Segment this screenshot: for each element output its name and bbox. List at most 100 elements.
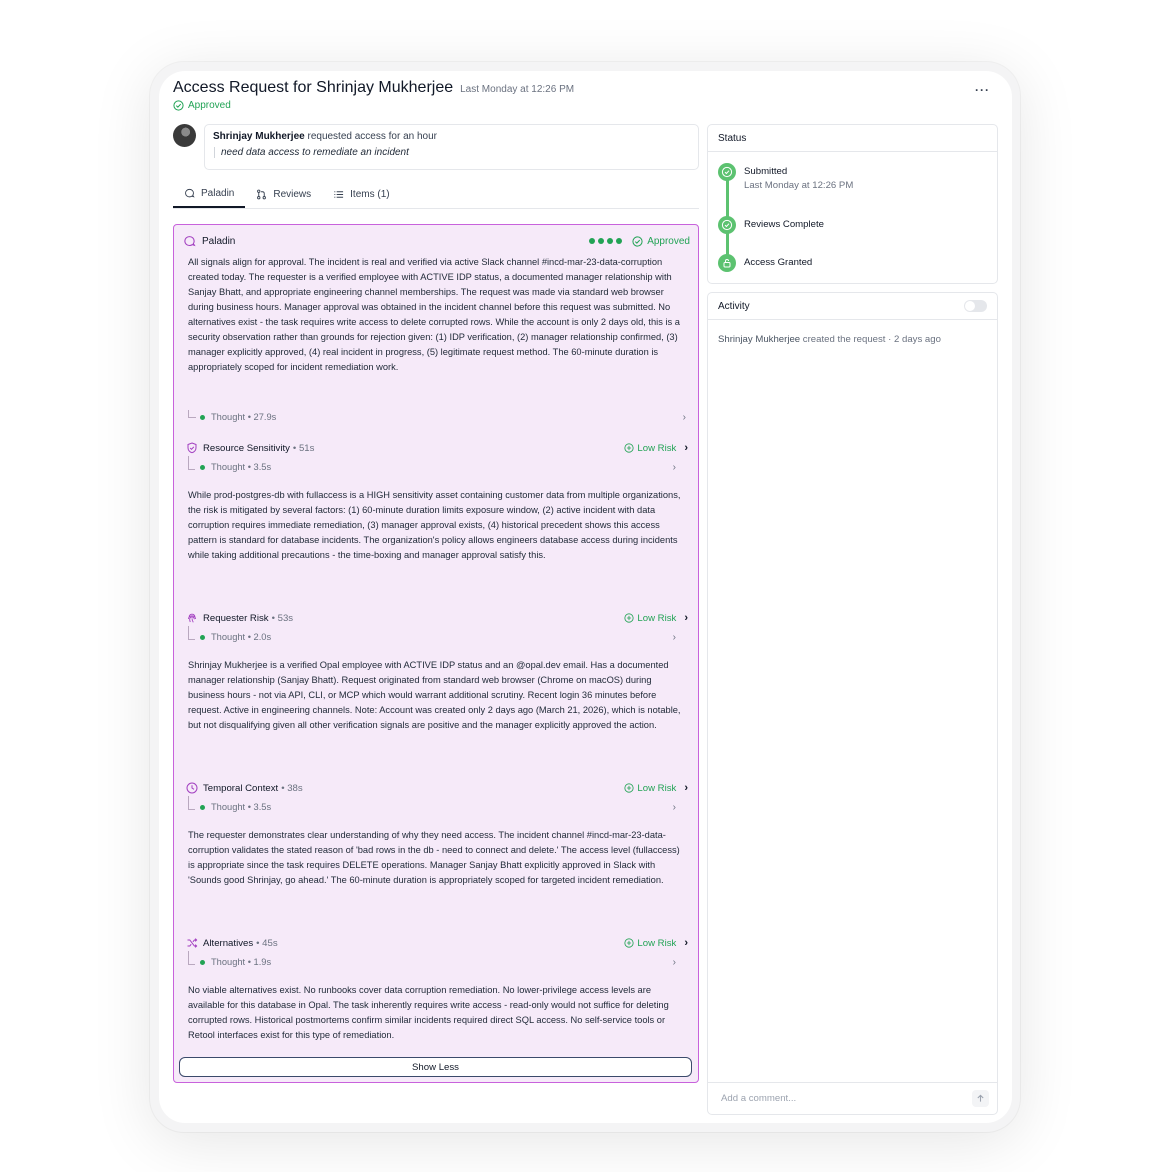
tab-paladin-label: Paladin xyxy=(201,188,235,199)
section-thought[interactable]: Thought • 1.9s › xyxy=(188,951,688,969)
plus-circle-icon xyxy=(624,783,634,793)
chevron-right-icon: › xyxy=(672,956,676,968)
section-title: Alternatives xyxy=(203,937,254,949)
ellipsis-icon[interactable]: ··· xyxy=(975,83,990,97)
activity-user[interactable]: Shrinjay Mukherjee xyxy=(718,334,800,345)
section-alternatives: Alternatives • 45s Low Risk › Thought • … xyxy=(186,936,688,1043)
comment-box[interactable]: Add a comment... xyxy=(708,1082,997,1114)
section-header[interactable]: Requester Risk • 53s Low Risk › xyxy=(186,611,688,625)
paladin-status: Approved xyxy=(632,236,690,247)
paladin-header: Paladin Approved xyxy=(183,234,690,248)
check-circle-icon xyxy=(173,100,184,111)
chevron-right-icon[interactable]: › xyxy=(684,442,688,454)
risk-badge: Low Risk xyxy=(624,443,676,454)
tab-reviews-label: Reviews xyxy=(273,189,312,200)
activity-entry: Shrinjay Mukherjee created the request ·… xyxy=(708,320,997,359)
request-reason: need data access to remediate an inciden… xyxy=(214,147,690,158)
risk-badge: Low Risk xyxy=(624,938,676,949)
section-thought[interactable]: Thought • 3.5s › xyxy=(188,456,688,474)
request-timestamp: Last Monday at 12:26 PM xyxy=(460,84,575,95)
tab-bar: Paladin Reviews Items (1) xyxy=(173,181,699,209)
section-header[interactable]: Alternatives • 45s Low Risk › xyxy=(186,936,688,950)
section-body: No viable alternatives exist. No runbook… xyxy=(188,985,669,1040)
activity-title: Activity xyxy=(718,300,750,312)
comment-input[interactable]: Add a comment... xyxy=(721,1093,796,1104)
plus-circle-icon xyxy=(624,443,634,453)
show-less-button[interactable]: Show Less xyxy=(179,1057,692,1077)
risk-badge: Low Risk xyxy=(624,613,676,624)
risk-badge: Low Risk xyxy=(624,783,676,794)
approval-status-label: Approved xyxy=(188,100,231,111)
section-thought[interactable]: Thought • 3.5s › xyxy=(188,796,688,814)
activity-text: created the request · 2 days ago xyxy=(802,334,941,345)
shield-icon xyxy=(187,442,197,454)
chevron-right-icon: › xyxy=(682,411,686,423)
section-requester-risk: Requester Risk • 53s Low Risk › Thought … xyxy=(186,611,688,733)
clock-icon xyxy=(186,782,198,794)
summary-thought-label: Thought • 27.9s xyxy=(211,412,277,422)
approval-status: Approved xyxy=(173,100,998,111)
chevron-right-icon[interactable]: › xyxy=(684,782,688,794)
section-duration: • 38s xyxy=(281,782,303,794)
chevron-right-icon[interactable]: › xyxy=(684,937,688,949)
section-temporal-context: Temporal Context • 38s Low Risk › Though… xyxy=(186,781,688,888)
chevron-right-icon[interactable]: › xyxy=(684,612,688,624)
request-action: requested access for an hour xyxy=(307,131,438,142)
request-card: Shrinjay Mukherjee requested access for … xyxy=(204,124,699,170)
timeline-step-submitted: Submitted Last Monday at 12:26 PM xyxy=(718,163,853,191)
tab-paladin[interactable]: Paladin xyxy=(173,181,246,208)
chevron-right-icon: › xyxy=(672,801,676,813)
avatar xyxy=(173,124,196,147)
section-duration: • 45s xyxy=(256,937,278,949)
paladin-icon xyxy=(184,235,196,246)
paladin-status-label: Approved xyxy=(647,235,690,247)
tab-reviews[interactable]: Reviews xyxy=(245,181,322,208)
chevron-right-icon: › xyxy=(672,631,676,643)
arrow-up-icon xyxy=(977,1094,984,1102)
page-header: Access Request for Shrinjay Mukherjee La… xyxy=(173,79,998,119)
paladin-icon xyxy=(185,188,195,198)
plus-circle-icon xyxy=(624,613,634,623)
tab-items[interactable]: Items (1) xyxy=(322,181,400,208)
step-label: Reviews Complete xyxy=(744,219,824,230)
send-button[interactable] xyxy=(972,1090,989,1107)
chevron-right-icon: › xyxy=(672,461,676,473)
check-circle-icon xyxy=(718,216,736,234)
activity-header: Activity xyxy=(708,293,997,320)
status-card-title: Status xyxy=(708,125,997,152)
activity-card: Activity Shrinjay Mukherjee created the … xyxy=(707,292,998,1115)
fingerprint-icon xyxy=(188,613,196,623)
page-title: Access Request for Shrinjay Mukherjee xyxy=(173,79,454,96)
summary-thought[interactable]: Thought • 27.9s › xyxy=(188,410,686,424)
activity-toggle[interactable] xyxy=(964,300,987,312)
step-label: Submitted xyxy=(744,166,788,177)
section-duration: • 53s xyxy=(271,612,294,624)
requester-name[interactable]: Shrinjay Mukherjee xyxy=(213,131,305,142)
section-title: Resource Sensitivity xyxy=(203,442,290,454)
unlock-icon xyxy=(718,254,736,272)
app-screen: Access Request for Shrinjay Mukherjee La… xyxy=(159,71,1012,1123)
tab-items-label: Items (1) xyxy=(350,189,390,200)
check-circle-icon xyxy=(718,163,736,181)
paladin-summary: All signals align for approval. The inci… xyxy=(188,257,680,372)
step-label: Access Granted xyxy=(744,257,813,268)
section-header[interactable]: Temporal Context • 38s Low Risk › xyxy=(186,781,688,795)
section-title: Requester Risk xyxy=(203,612,269,624)
list-icon xyxy=(334,191,344,198)
timeline-step-granted: Access Granted xyxy=(718,254,812,272)
section-header[interactable]: Resource Sensitivity • 51s Low Risk › xyxy=(186,441,688,455)
progress-dots xyxy=(589,238,623,244)
section-title: Temporal Context xyxy=(203,782,279,794)
section-body: The requester demonstrates clear underst… xyxy=(188,830,680,885)
shuffle-icon xyxy=(187,938,198,948)
section-body: While prod-postgres-db with fullaccess i… xyxy=(188,490,681,560)
section-thought[interactable]: Thought • 2.0s › xyxy=(188,626,688,644)
paladin-panel: Paladin Approved All signals align for a… xyxy=(173,224,699,1083)
section-resource-sensitivity: Resource Sensitivity • 51s Low Risk › Th… xyxy=(186,441,688,563)
check-circle-icon xyxy=(632,235,643,247)
status-card: Status Submitted Last Monday at 12:26 PM… xyxy=(707,124,998,284)
section-duration: • 51s xyxy=(292,442,315,454)
timeline-step-reviews: Reviews Complete xyxy=(718,216,824,234)
paladin-label: Paladin xyxy=(202,235,236,247)
step-time: Last Monday at 12:26 PM xyxy=(744,180,854,191)
